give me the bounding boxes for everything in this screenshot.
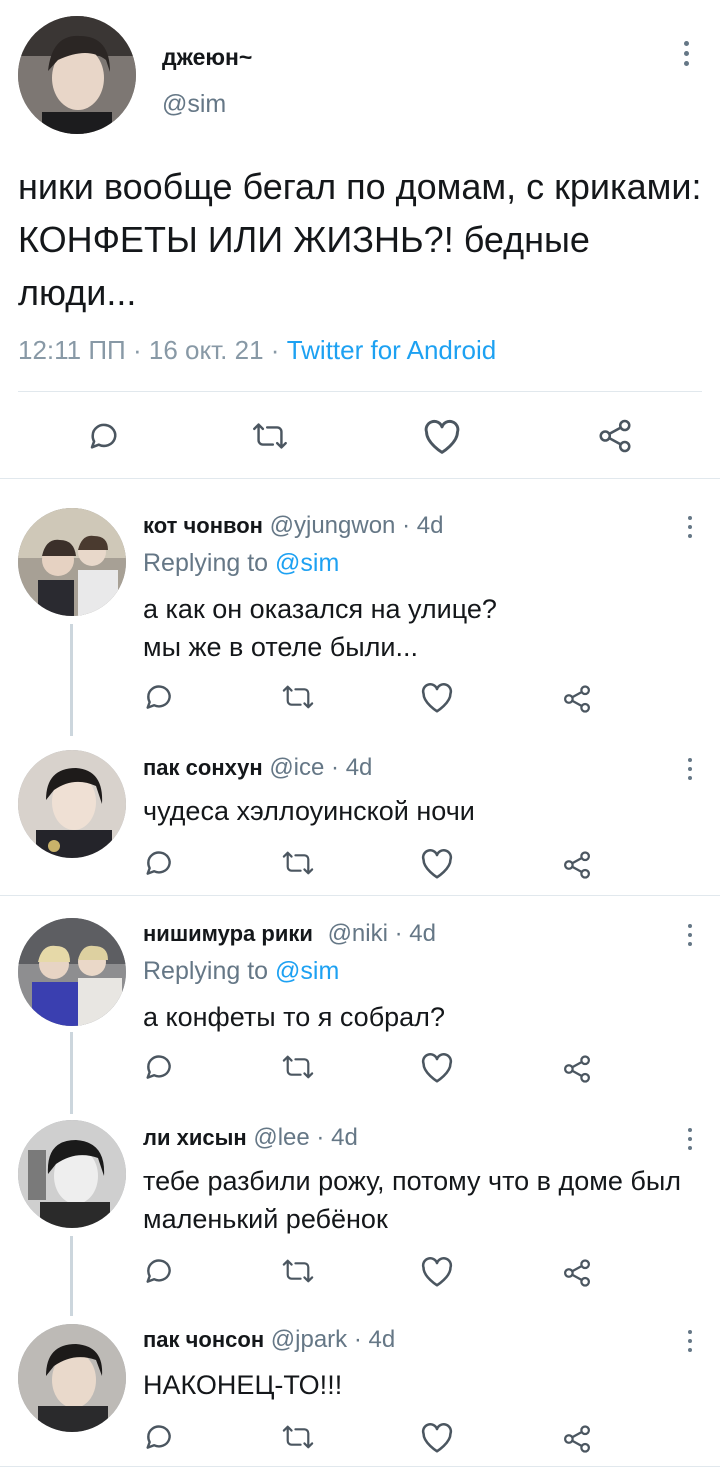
like-action-icon[interactable] [418, 1049, 456, 1085]
reply-handle[interactable]: @niki [328, 920, 388, 947]
like-action-icon[interactable] [418, 679, 456, 715]
meta-separator: · [316, 1124, 325, 1151]
replying-to-label: Replying to [143, 957, 269, 985]
reply-action-icon[interactable] [142, 680, 176, 714]
reply-avatar[interactable] [18, 750, 126, 858]
reply-age: 4d [409, 920, 436, 947]
tweet-source-link[interactable]: Twitter for Android [287, 335, 497, 365]
replying-to-label: Replying to [143, 549, 269, 577]
divider [18, 391, 702, 392]
reply-display-name[interactable]: пак чонсон [143, 1327, 264, 1352]
retweet-action-icon[interactable] [280, 847, 316, 879]
reply-handle[interactable]: @jpark [271, 1326, 347, 1353]
meta-separator: · [270, 335, 280, 365]
reply-handle[interactable]: @lee [253, 1124, 309, 1151]
section-divider [0, 478, 720, 479]
reply-avatar[interactable] [18, 1324, 126, 1432]
reply-display-name[interactable]: пак сонхун [143, 755, 263, 780]
thread-line [70, 1032, 73, 1114]
thread-line [70, 624, 73, 736]
retweet-action-icon[interactable] [280, 681, 316, 713]
more-options-icon[interactable] [680, 512, 700, 542]
reply-avatar[interactable] [18, 508, 126, 616]
share-action-icon[interactable] [562, 850, 592, 880]
more-options-icon[interactable] [676, 38, 696, 68]
reply-age: 4d [368, 1326, 396, 1353]
reply-age: 4d [331, 1124, 358, 1151]
reply-handle[interactable]: @ice [269, 754, 324, 781]
replying-to-link[interactable]: @sim [275, 957, 339, 985]
replying-to: Replying to @sim [143, 957, 339, 986]
more-options-icon[interactable] [680, 754, 700, 784]
meta-separator: · [331, 754, 340, 781]
reply-text: НАКОНЕЦ-ТО!!! [143, 1370, 343, 1400]
meta-separator: · [394, 920, 403, 947]
meta-separator: · [353, 1326, 362, 1353]
like-action-icon[interactable] [418, 1253, 456, 1289]
meta-separator: · [132, 335, 142, 365]
more-options-icon[interactable] [680, 920, 700, 950]
meta-separator: · [402, 512, 411, 539]
share-action-icon[interactable] [562, 1258, 592, 1288]
main-display-name[interactable]: джеюн~ [162, 44, 252, 71]
reply-text: тебе разбили рожу, потому что в доме был… [143, 1166, 681, 1234]
replying-to: Replying to @sim [143, 549, 339, 578]
section-divider [0, 895, 720, 896]
like-action-icon[interactable] [418, 845, 456, 881]
reply-header: кот чонвон @yjungwon · 4d [143, 512, 443, 540]
retweet-action-icon[interactable] [280, 1051, 316, 1083]
retweet-action-icon[interactable] [280, 1255, 316, 1287]
reply-age: 4d [345, 754, 373, 781]
reply-header: пак сонхун @ice · 4d [143, 754, 372, 782]
reply-action-icon[interactable] [142, 1420, 176, 1454]
tweet-time: 12:11 ПП [18, 335, 126, 365]
main-tweet-text: ники вообще бегал по домам, с криками: К… [18, 166, 702, 313]
like-action-icon[interactable] [420, 416, 464, 456]
replying-to-link[interactable]: @sim [275, 549, 339, 577]
reply-age: 4d [416, 512, 444, 539]
retweet-action-icon[interactable] [280, 1421, 316, 1453]
reply-avatar[interactable] [18, 918, 126, 1026]
reply-header: ли хисын @lee · 4d [143, 1124, 358, 1152]
share-action-icon[interactable] [562, 1054, 592, 1084]
reply-action-icon[interactable] [142, 846, 176, 880]
like-action-icon[interactable] [418, 1419, 456, 1455]
reply-display-name[interactable]: нишимура рики [143, 921, 313, 946]
reply-text: чудеса хэллоуинской ночи [143, 796, 475, 826]
share-action-icon[interactable] [562, 1424, 592, 1454]
reply-header: нишимура рики @niki · 4d [143, 920, 436, 948]
reply-text: а конфеты то я собрал? [143, 1002, 445, 1032]
section-divider [0, 1466, 720, 1467]
tweet-meta: 12:11 ПП · 16 окт. 21 · Twitter for Andr… [18, 335, 496, 366]
reply-action-icon[interactable] [86, 418, 122, 454]
reply-header: пак чонсон @jpark · 4d [143, 1326, 395, 1354]
thread-line [70, 1236, 73, 1316]
reply-handle[interactable]: @yjungwon [270, 512, 396, 539]
tweet-date: 16 окт. 21 [148, 335, 264, 365]
reply-action-icon[interactable] [142, 1050, 176, 1084]
share-action-icon[interactable] [596, 418, 634, 454]
more-options-icon[interactable] [680, 1326, 700, 1356]
reply-avatar[interactable] [18, 1120, 126, 1228]
more-options-icon[interactable] [680, 1124, 700, 1154]
share-action-icon[interactable] [562, 684, 592, 714]
reply-action-icon[interactable] [142, 1254, 176, 1288]
retweet-action-icon[interactable] [250, 418, 290, 454]
reply-text: а как он оказался на улице? мы же в отел… [143, 594, 497, 662]
main-avatar[interactable] [18, 16, 136, 134]
reply-display-name[interactable]: ли хисын [143, 1125, 247, 1150]
reply-display-name[interactable]: кот чонвон [143, 513, 263, 538]
main-handle[interactable]: @sim [162, 90, 226, 119]
